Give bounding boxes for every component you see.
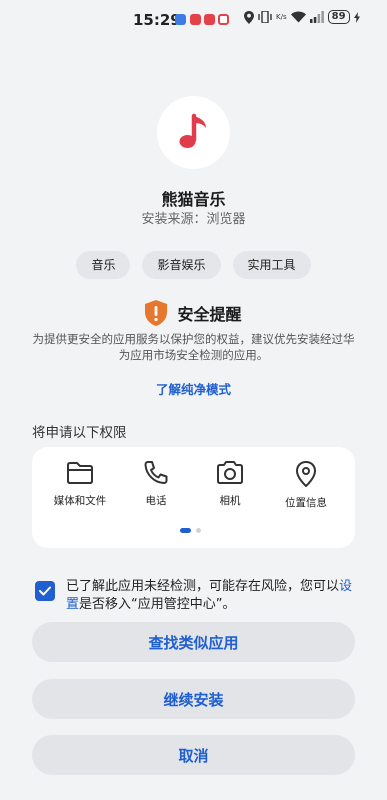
permissions-card[interactable]: 媒体和文件 电话 相机 位置信息	[32, 447, 355, 548]
category-tag: 音乐	[76, 251, 131, 279]
permission-label: 电话	[145, 495, 167, 507]
security-header: 安全提醒	[0, 300, 387, 326]
install-source: 安装来源：浏览器	[141, 212, 246, 227]
permission-label: 位置信息	[285, 497, 327, 509]
category-tag: 实用工具	[232, 251, 311, 279]
risk-consent-row: 已了解此应用未经检测，可能存在风险，您可以设置是否移入“应用管控中心”。	[35, 578, 360, 614]
camera-icon	[217, 461, 243, 484]
find-similar-apps-button[interactable]: 查找类似应用	[32, 622, 355, 662]
permission-media-files: 媒体和文件	[44, 460, 116, 508]
consent-checkbox[interactable]	[35, 581, 55, 601]
checkmark-icon	[39, 586, 51, 596]
permissions-header: 将申请以下权限	[32, 425, 127, 441]
page-dot-active	[180, 528, 191, 533]
location-status-icon	[244, 10, 254, 24]
signal-icon	[309, 11, 324, 23]
phone-icon	[144, 461, 168, 484]
permission-label: 媒体和文件	[53, 495, 107, 507]
charging-icon	[353, 11, 360, 23]
notification-icon	[218, 14, 229, 25]
consent-text: 已了解此应用未经检测，可能存在风险，您可以设置是否移入“应用管控中心”。	[66, 578, 360, 614]
folder-icon	[67, 462, 93, 484]
app-icon	[157, 96, 230, 169]
permission-camera: 相机	[194, 460, 266, 508]
security-title: 安全提醒	[177, 305, 242, 324]
location-pin-icon	[296, 461, 316, 487]
status-time: 15:29	[133, 11, 181, 29]
continue-install-button[interactable]: 继续安装	[32, 679, 355, 719]
consent-text-before: 已了解此应用未经检测，可能存在风险，您可以	[66, 579, 340, 594]
wifi-icon	[290, 11, 306, 23]
permission-phone: 电话	[120, 460, 192, 508]
music-note-icon	[179, 113, 206, 148]
category-tags: 音乐 影音娱乐 实用工具	[0, 251, 387, 279]
battery-indicator: 89	[327, 10, 350, 24]
shield-warning-icon	[145, 300, 168, 326]
learn-pure-mode-link[interactable]: 了解纯净模式	[0, 379, 387, 398]
cancel-button[interactable]: 取消	[32, 735, 355, 775]
notification-icon	[175, 14, 186, 25]
status-indicators: K/s 89	[244, 10, 360, 24]
category-tag: 影音娱乐	[142, 251, 221, 279]
page-dot	[196, 528, 201, 533]
network-speed: K/s	[276, 13, 287, 21]
permission-label: 相机	[219, 495, 241, 507]
app-name: 熊猫音乐	[161, 190, 226, 209]
page-indicator	[180, 528, 201, 533]
notification-icon	[190, 14, 201, 25]
vibrate-icon	[258, 11, 272, 23]
security-description: 为提供更安全的应用服务以保护您的权益，建议优先安装经过华为应用市场安全检测的应用…	[32, 332, 355, 362]
status-bar: 15:29 K/s 89	[0, 0, 387, 40]
notification-icon	[204, 14, 215, 25]
permission-location: 位置信息	[270, 460, 342, 510]
consent-text-after: 是否移入“应用管控中心”。	[79, 597, 236, 612]
